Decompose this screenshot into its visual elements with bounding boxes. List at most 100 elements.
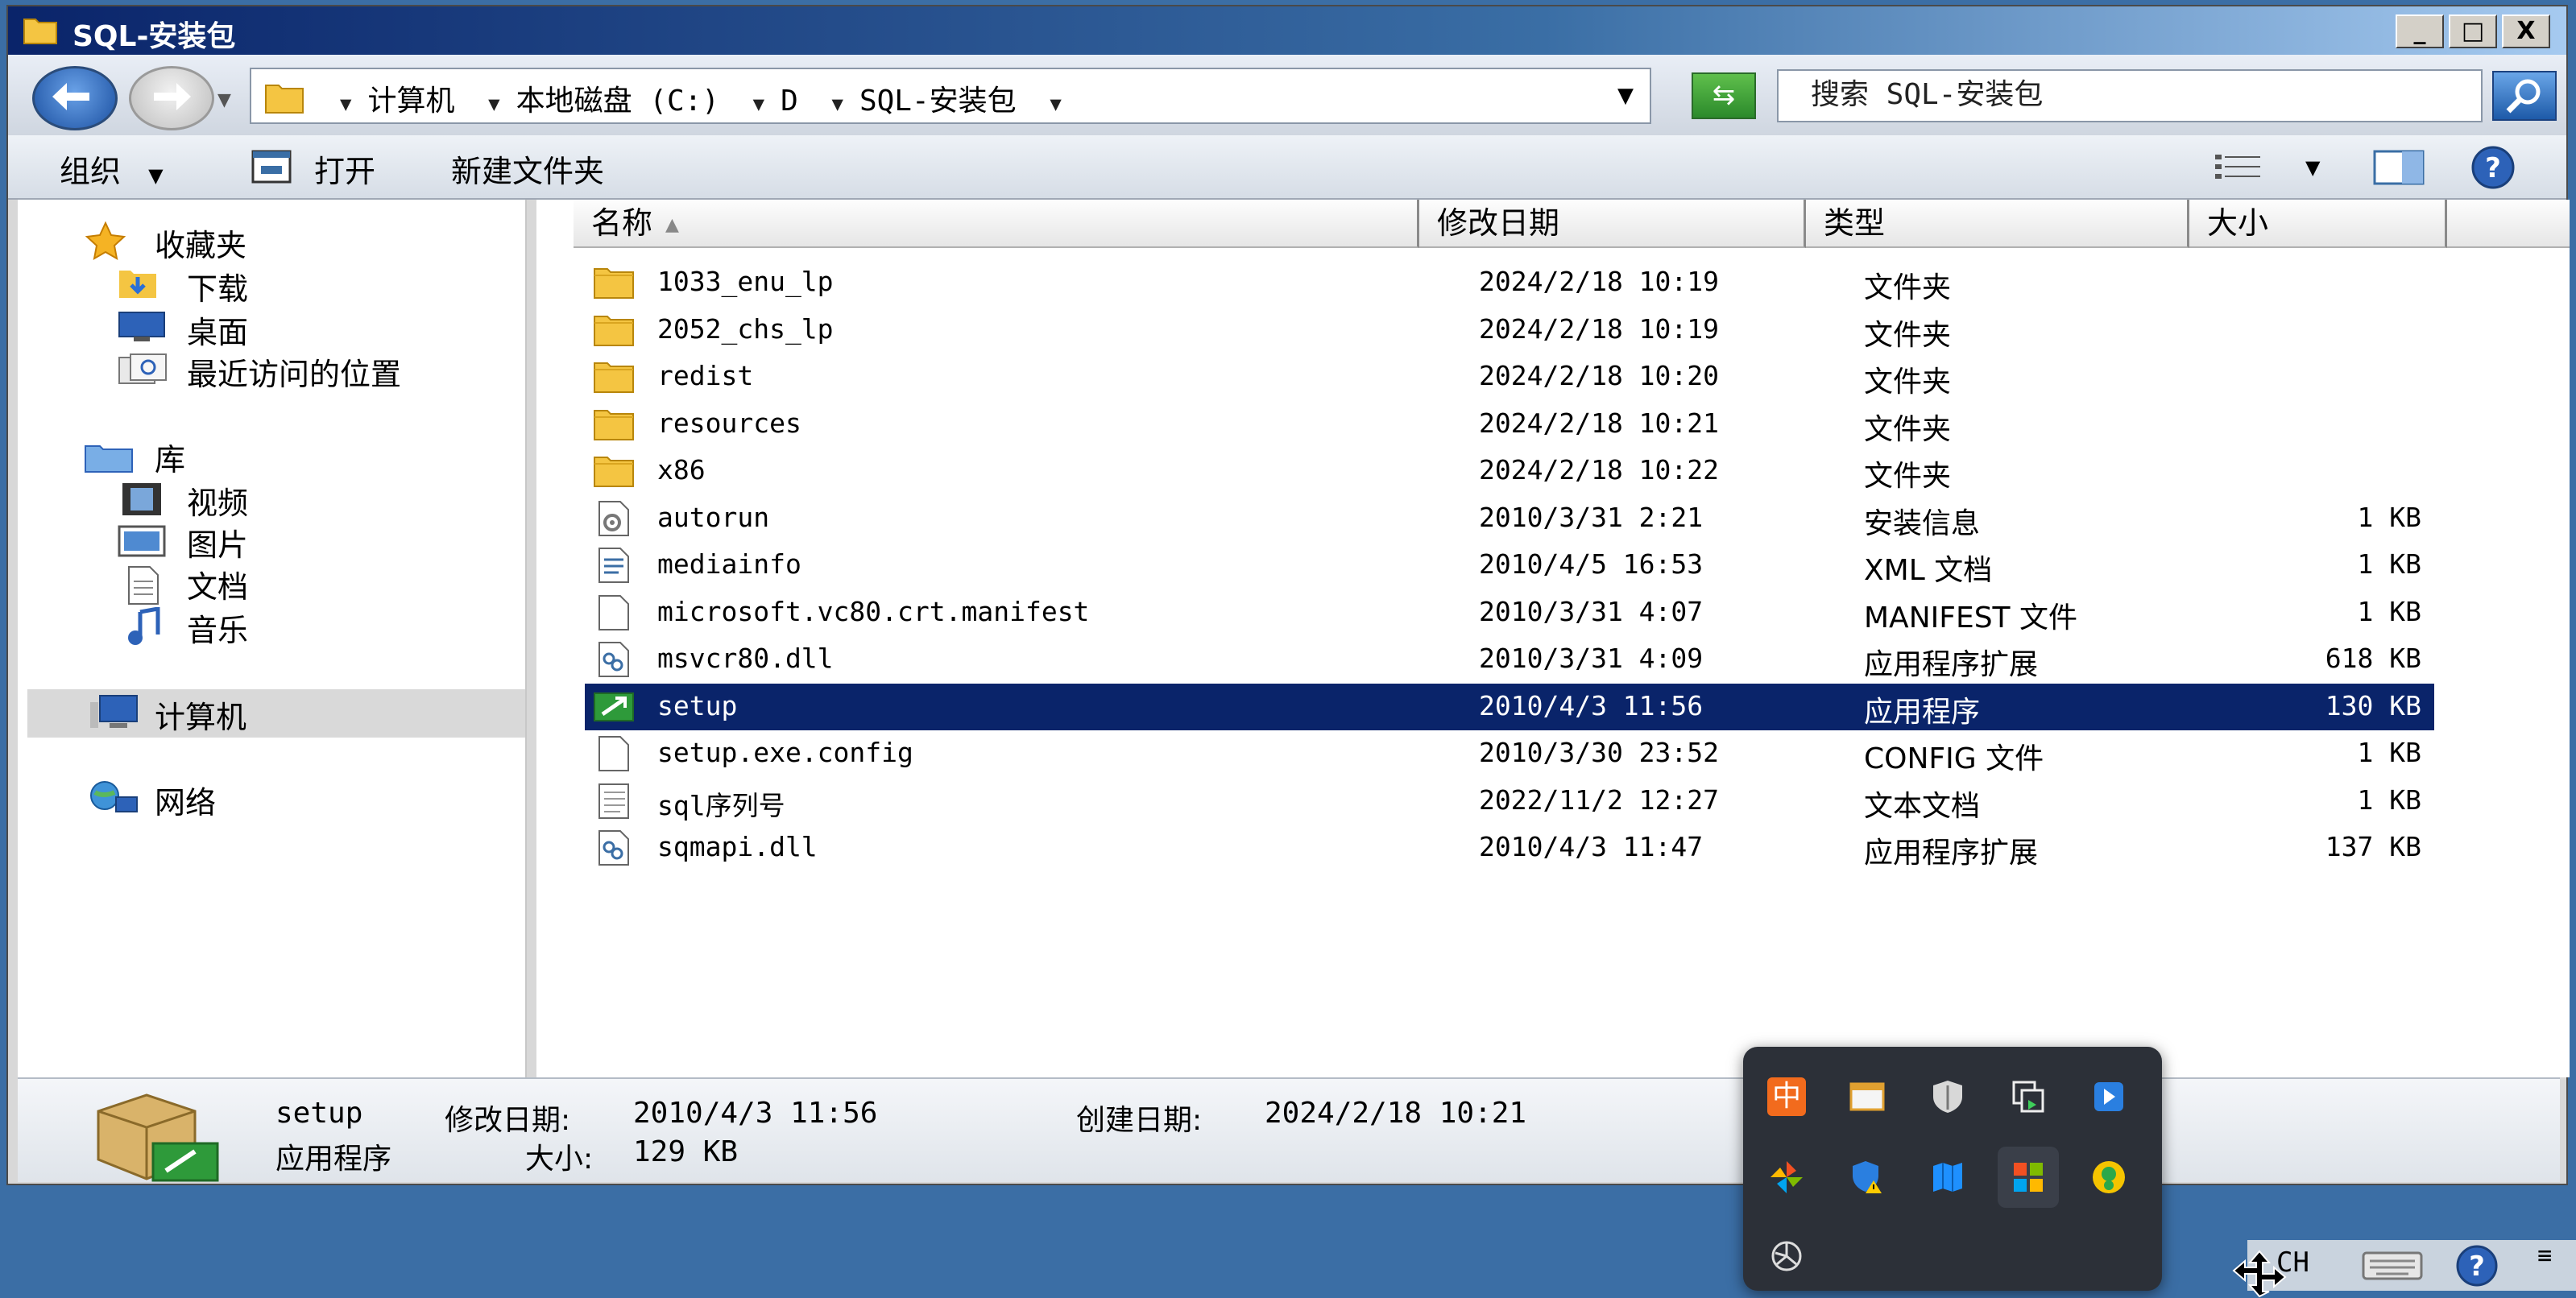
chevron-down-icon[interactable]: ▼ bbox=[832, 93, 843, 115]
music-icon bbox=[128, 607, 160, 645]
chat-tray-item[interactable] bbox=[2078, 1147, 2139, 1208]
nav-downloads[interactable]: 下载 bbox=[187, 264, 248, 308]
details-modified-value: 2010/4/3 11:56 bbox=[633, 1097, 878, 1130]
blank-file-icon bbox=[593, 594, 635, 631]
chevron-down-icon: ▼ bbox=[148, 164, 164, 187]
open-button[interactable]: 打开 bbox=[314, 147, 375, 191]
column-header-name[interactable]: 名称 ▲ bbox=[574, 200, 1419, 248]
keyboard-icon[interactable] bbox=[2360, 1246, 2425, 1285]
recent-pages-dropdown[interactable]: ▼ bbox=[217, 90, 231, 110]
file-row[interactable]: x86 2024/2/18 10:22 文件夹 bbox=[585, 448, 2434, 494]
file-row[interactable]: sql序列号 2022/11/2 12:27 文本文档 1 KB bbox=[585, 778, 2434, 825]
title-bar[interactable]: SQL-安装包 _ □ X bbox=[8, 6, 2566, 55]
chevron-down-icon[interactable]: ▼ bbox=[340, 93, 351, 115]
nav-network[interactable]: 网络 bbox=[155, 778, 216, 822]
file-size: 618 KB bbox=[2325, 643, 2421, 674]
file-row[interactable]: 2052_chs_lp 2024/2/18 10:19 文件夹 bbox=[585, 307, 2434, 353]
dll-file-icon bbox=[593, 829, 635, 866]
breadcrumb-computer[interactable]: 计算机 bbox=[367, 85, 454, 118]
column-header-type[interactable]: 类型 bbox=[1806, 200, 2189, 248]
remote-desktop-icon bbox=[2094, 1082, 2123, 1111]
file-name: mediainfo bbox=[657, 548, 801, 580]
file-row[interactable]: setup 2010/4/3 11:56 应用程序 130 KB bbox=[585, 683, 2434, 730]
file-name: 1033_enu_lp bbox=[657, 266, 834, 297]
file-modified: 2010/4/5 16:53 bbox=[1479, 548, 1704, 580]
maximize-button[interactable]: □ bbox=[2449, 14, 2497, 48]
organize-button[interactable]: 组织 ▼ bbox=[60, 147, 164, 191]
address-bar[interactable]: ▼ 计算机 ▼ 本地磁盘 (C:) ▼ D ▼ SQL-安装包 ▼ ▼ bbox=[250, 68, 1651, 124]
map-icon bbox=[1933, 1163, 1962, 1192]
file-row[interactable]: sqmapi.dll 2010/4/3 11:47 应用程序扩展 137 KB bbox=[585, 825, 2434, 871]
nav-libraries[interactable]: 库 bbox=[155, 435, 185, 479]
nav-favorites[interactable]: 收藏夹 bbox=[155, 221, 246, 265]
breadcrumb-local-disk[interactable]: 本地磁盘 (C:) bbox=[516, 85, 719, 118]
file-modified: 2010/4/3 11:47 bbox=[1479, 831, 1704, 862]
file-name: sql序列号 bbox=[657, 789, 785, 821]
address-history-dropdown[interactable]: ▼ bbox=[1617, 84, 1634, 108]
new-folder-button[interactable]: 新建文件夹 bbox=[451, 147, 604, 191]
chevron-down-icon[interactable]: ▼ bbox=[1050, 93, 1061, 115]
ime-tray-item[interactable]: 中 bbox=[1756, 1066, 1817, 1127]
search-input[interactable]: 搜索 SQL-安装包 bbox=[1777, 69, 2483, 122]
folder-icon bbox=[23, 19, 57, 44]
breadcrumb-d[interactable]: D bbox=[781, 85, 798, 118]
tray-overflow-popup: 中 bbox=[1743, 1047, 2162, 1291]
window-tray-item[interactable] bbox=[1837, 1066, 1898, 1127]
shield-icon bbox=[1933, 1081, 1962, 1113]
pinwheel-tray-item[interactable] bbox=[1756, 1147, 1817, 1208]
search-button[interactable] bbox=[2492, 71, 2557, 121]
office-tray-item[interactable] bbox=[1998, 1147, 2059, 1208]
file-row[interactable]: autorun 2010/3/31 2:21 安装信息 1 KB bbox=[585, 495, 2434, 542]
column-header-size[interactable]: 大小 bbox=[2189, 200, 2447, 248]
breadcrumb-sql[interactable]: SQL-安装包 bbox=[859, 85, 1017, 118]
view-details-icon[interactable] bbox=[2215, 153, 2263, 182]
tray-options-icon[interactable]: ≡ bbox=[2537, 1242, 2552, 1270]
file-modified: 2024/2/18 10:19 bbox=[1479, 266, 1720, 297]
view-dropdown[interactable]: ▼ bbox=[2305, 156, 2320, 179]
minimize-button[interactable]: _ bbox=[2396, 14, 2444, 48]
circle-tray-item[interactable] bbox=[1756, 1226, 1817, 1287]
map-tray-item[interactable] bbox=[1917, 1147, 1978, 1208]
column-header-modified[interactable]: 修改日期 bbox=[1419, 200, 1806, 248]
chevron-down-icon[interactable]: ▼ bbox=[488, 93, 499, 115]
file-type: CONFIG 文件 bbox=[1864, 742, 2044, 775]
arrow-right-icon bbox=[154, 83, 191, 110]
downloads-icon bbox=[119, 271, 156, 298]
file-row[interactable]: microsoft.vc80.crt.manifest 2010/3/31 4:0… bbox=[585, 589, 2434, 636]
forward-button[interactable] bbox=[129, 66, 214, 130]
command-bar: 组织 ▼ 打开 新建文件夹 ▼ ? bbox=[8, 135, 2566, 200]
defender-tray-item[interactable] bbox=[1837, 1147, 1898, 1208]
help-icon[interactable]: ? bbox=[2449, 1243, 2505, 1288]
help-icon[interactable]: ? bbox=[2466, 145, 2520, 190]
close-button[interactable]: X bbox=[2502, 14, 2550, 48]
file-row[interactable]: resources 2024/2/18 10:21 文件夹 bbox=[585, 401, 2434, 448]
security-tray-item[interactable] bbox=[1917, 1066, 1978, 1127]
file-row[interactable]: mediainfo 2010/4/5 16:53 XML 文档 1 KB bbox=[585, 542, 2434, 589]
nav-music[interactable]: 音乐 bbox=[187, 606, 248, 650]
nav-computer[interactable]: 计算机 bbox=[155, 692, 246, 737]
chevron-down-icon[interactable]: ▼ bbox=[753, 93, 764, 115]
search-icon bbox=[2506, 79, 2541, 114]
file-modified: 2010/3/30 23:52 bbox=[1479, 737, 1720, 768]
folder-icon bbox=[265, 85, 304, 114]
file-row[interactable]: setup.exe.config 2010/3/30 23:52 CONFIG 文件… bbox=[585, 730, 2434, 777]
preview-pane-icon[interactable] bbox=[2373, 150, 2425, 185]
file-row[interactable]: msvcr80.dll 2010/3/31 4:09 应用程序扩展 618 KB bbox=[585, 636, 2434, 683]
file-name: 2052_chs_lp bbox=[657, 312, 834, 345]
nav-documents[interactable]: 文档 bbox=[187, 562, 248, 606]
copy-tray-item[interactable] bbox=[1998, 1066, 2059, 1127]
documents-icon bbox=[128, 566, 159, 605]
refresh-button[interactable]: ⇆ bbox=[1692, 72, 1756, 119]
file-row[interactable]: redist 2024/2/18 10:20 文件夹 bbox=[585, 353, 2434, 400]
video-icon bbox=[122, 483, 161, 515]
ime-icon: 中 bbox=[1767, 1077, 1806, 1116]
back-button[interactable] bbox=[32, 66, 118, 130]
nav-pictures[interactable]: 图片 bbox=[187, 520, 248, 564]
file-row[interactable]: 1033_enu_lp 2024/2/18 10:19 文件夹 bbox=[585, 259, 2434, 306]
remote-tray-item[interactable] bbox=[2078, 1066, 2139, 1127]
file-type: MANIFEST 文件 bbox=[1864, 601, 2077, 635]
nav-recent-places[interactable]: 最近访问的位置 bbox=[187, 349, 401, 394]
nav-desktop[interactable]: 桌面 bbox=[187, 308, 248, 352]
nav-videos[interactable]: 视频 bbox=[187, 478, 248, 523]
chat-app-icon bbox=[2093, 1161, 2125, 1193]
